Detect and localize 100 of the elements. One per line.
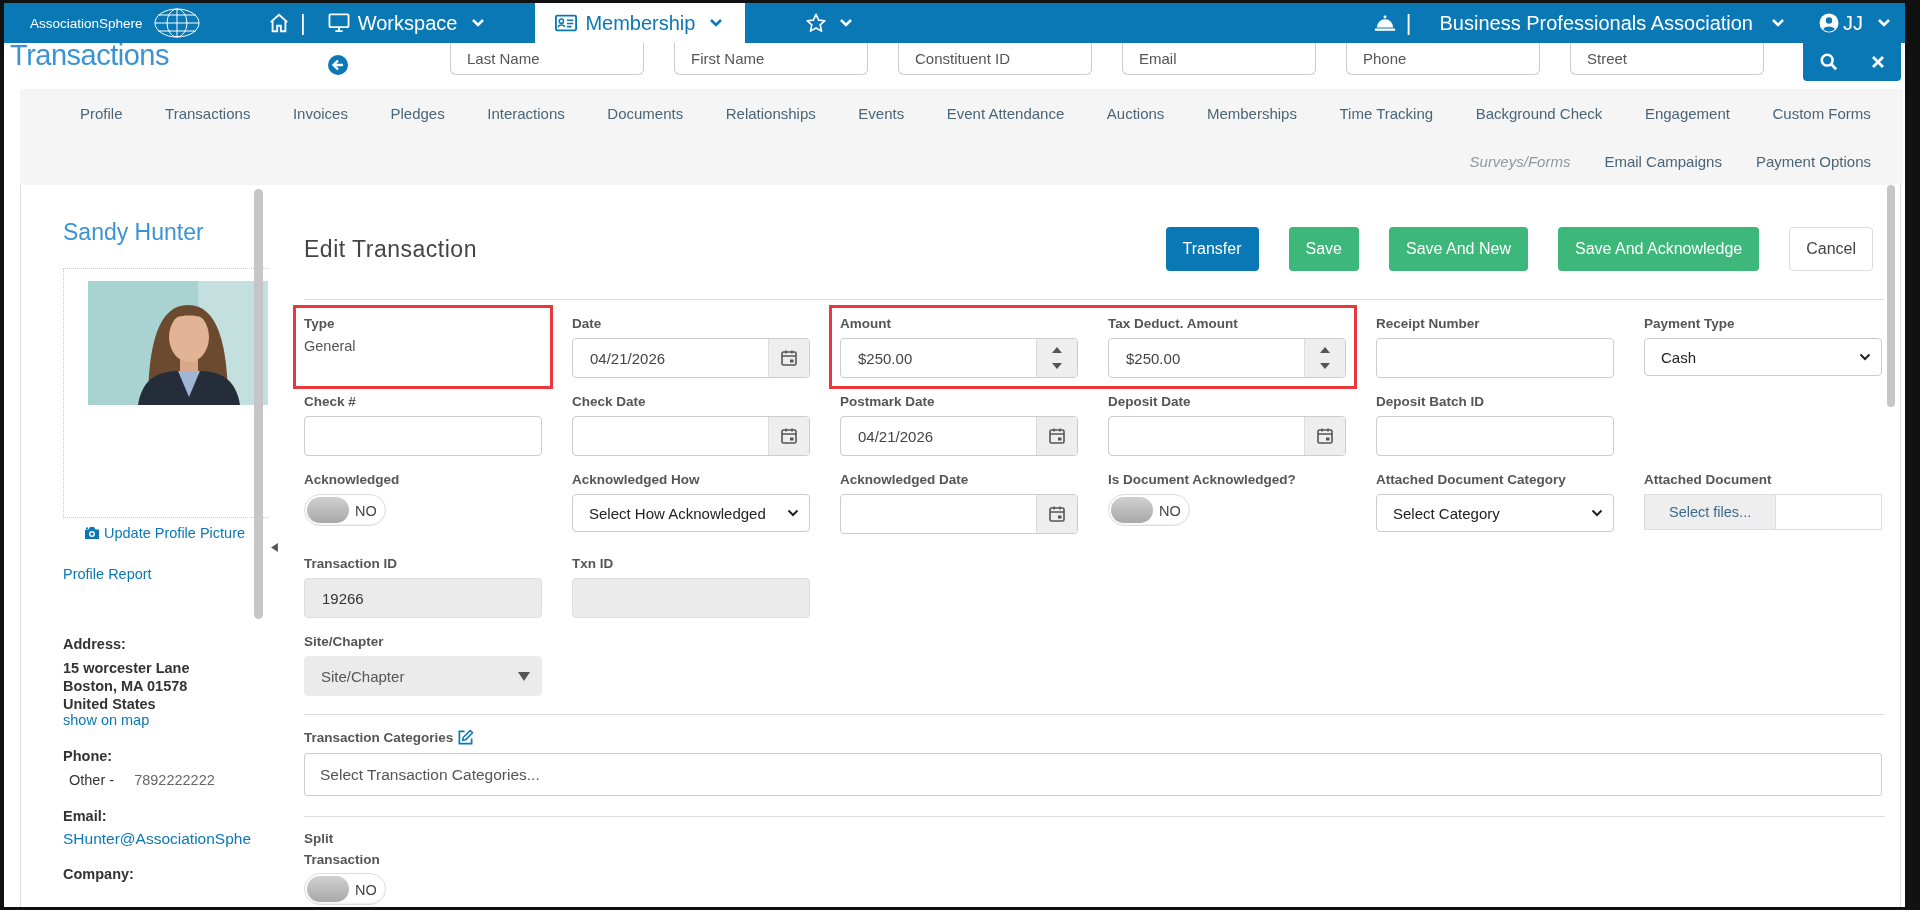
search-field[interactable]: First Name bbox=[674, 43, 868, 75]
field-label: Amount bbox=[840, 316, 892, 331]
nav-tab[interactable]: Relationships bbox=[725, 104, 816, 122]
chevron-down-icon bbox=[471, 18, 486, 28]
close-icon[interactable] bbox=[1870, 55, 1885, 69]
search-field[interactable]: Phone bbox=[1346, 43, 1540, 75]
search-field[interactable]: Street bbox=[1570, 43, 1764, 75]
chevron-down-icon bbox=[1859, 353, 1871, 361]
logo-text: AssociationSphere bbox=[30, 15, 143, 31]
field-label: Acknowledged bbox=[304, 472, 401, 487]
field-label: Transaction Categories bbox=[304, 730, 454, 745]
phone-number: 7892222222 bbox=[134, 772, 215, 788]
calendar-icon bbox=[780, 427, 798, 445]
date-field[interactable]: 04/21/2026 bbox=[572, 338, 810, 378]
field-label: Attached Document bbox=[1644, 472, 1773, 487]
caret-down-icon bbox=[518, 671, 530, 681]
date-field[interactable] bbox=[840, 494, 1078, 534]
field-label: Tax Deduct. Amount bbox=[1108, 316, 1239, 331]
field-label: Check Date bbox=[572, 394, 647, 409]
field-label: Deposit Date bbox=[1108, 394, 1192, 409]
calendar-button[interactable] bbox=[1036, 417, 1077, 455]
menu-tab[interactable]: Membership bbox=[535, 3, 746, 43]
nav-tab[interactable]: Background Check bbox=[1475, 104, 1603, 122]
bell-icon[interactable] bbox=[1373, 14, 1396, 32]
update-picture-link[interactable]: Update Profile Picture bbox=[84, 525, 268, 541]
page-title: Transactions bbox=[10, 39, 170, 72]
nav-tab[interactable]: Engagement bbox=[1644, 104, 1730, 122]
chevron-down-icon bbox=[1591, 509, 1603, 517]
id-card-icon bbox=[555, 14, 578, 32]
field-label: Receipt Number bbox=[1376, 316, 1481, 331]
chevron-down-icon[interactable] bbox=[1771, 18, 1785, 28]
number-field[interactable]: $250.00 bbox=[840, 338, 1078, 378]
calendar-button[interactable] bbox=[768, 339, 809, 377]
search-field[interactable]: Email bbox=[1122, 43, 1316, 75]
home-icon[interactable] bbox=[268, 12, 290, 34]
select-field[interactable]: Select How Acknowledged bbox=[572, 494, 810, 532]
nav-tab[interactable]: Auctions bbox=[1106, 104, 1165, 122]
nav-tab[interactable]: Documents bbox=[607, 104, 684, 122]
field-label: Date bbox=[572, 316, 603, 331]
dropdown-field[interactable]: Site/Chapter bbox=[304, 656, 542, 696]
calendar-button[interactable] bbox=[1304, 417, 1345, 455]
action-button[interactable]: Transfer bbox=[1165, 227, 1259, 271]
nav-tab[interactable]: Transactions bbox=[165, 104, 251, 122]
categories-field[interactable]: Select Transaction Categories... bbox=[304, 753, 1882, 796]
file-field[interactable]: Select files... bbox=[1644, 494, 1882, 530]
search-field[interactable]: Last Name bbox=[450, 43, 644, 75]
date-field[interactable]: 04/21/2026 bbox=[840, 416, 1078, 456]
nav-tab[interactable]: Profile bbox=[80, 104, 123, 122]
calendar-button[interactable] bbox=[1036, 495, 1077, 533]
nav-tab[interactable]: Memberships bbox=[1206, 104, 1297, 122]
star-icon[interactable] bbox=[805, 12, 828, 34]
address-line: 15 worcester Lane bbox=[63, 660, 191, 676]
search-icon[interactable] bbox=[1819, 53, 1838, 71]
map-link[interactable]: show on map bbox=[63, 712, 150, 728]
chevron-down-icon[interactable] bbox=[839, 18, 854, 28]
profile-name: Sandy Hunter bbox=[63, 219, 205, 246]
field-label: Check # bbox=[304, 394, 357, 409]
field-label: Attached Document Category bbox=[1376, 472, 1567, 487]
menu-tab[interactable]: Workspace bbox=[315, 3, 500, 43]
organization-name[interactable]: Business Professionals Association bbox=[1439, 11, 1753, 35]
nav-tab[interactable]: Interactions bbox=[487, 104, 565, 122]
globe-icon bbox=[154, 8, 200, 38]
field-label: Postmark Date bbox=[840, 394, 936, 409]
nav-tab[interactable]: Event Attendance bbox=[946, 104, 1065, 122]
cancel-button[interactable]: Cancel bbox=[1789, 227, 1873, 271]
search-field[interactable]: Constituent ID bbox=[898, 43, 1092, 75]
select-files-button[interactable]: Select files... bbox=[1645, 495, 1777, 529]
nav-tab[interactable]: Time Tracking bbox=[1339, 104, 1434, 122]
chevron-down-icon bbox=[709, 18, 724, 28]
field-label: Is Document Acknowledged? bbox=[1108, 472, 1297, 487]
nav-tab[interactable]: Email Campaigns bbox=[1604, 152, 1722, 170]
email-link[interactable]: SHunter@AssociationSphe bbox=[63, 830, 268, 848]
text-field[interactable] bbox=[1376, 416, 1614, 456]
select-field[interactable]: Cash bbox=[1644, 338, 1882, 376]
calendar-button[interactable] bbox=[768, 417, 809, 455]
text-field[interactable] bbox=[1376, 338, 1614, 378]
field-label: Txn ID bbox=[572, 556, 615, 571]
select-field[interactable]: Select Category bbox=[1376, 494, 1614, 532]
user-initials[interactable]: JJ bbox=[1843, 11, 1863, 35]
chevron-down-icon[interactable] bbox=[1877, 18, 1891, 28]
date-field[interactable] bbox=[572, 416, 810, 456]
nav-tab[interactable]: Custom Forms bbox=[1772, 104, 1871, 122]
field-label: Email: bbox=[63, 808, 108, 824]
nav-tab[interactable]: Events bbox=[858, 104, 905, 122]
edit-icon[interactable] bbox=[457, 729, 475, 746]
nav-tab[interactable]: Invoices bbox=[292, 104, 348, 122]
number-field[interactable]: $250.00 bbox=[1108, 338, 1346, 378]
text-field[interactable] bbox=[304, 416, 542, 456]
spinner-button[interactable] bbox=[1036, 339, 1077, 377]
address-line: United States bbox=[63, 696, 157, 712]
address-line: Boston, MA 01578 bbox=[63, 678, 189, 694]
field-label: Acknowledged How bbox=[572, 472, 701, 487]
collapse-arrow-icon[interactable] bbox=[271, 543, 278, 552]
spinner-button[interactable] bbox=[1304, 339, 1345, 377]
user-avatar-icon[interactable] bbox=[1819, 13, 1839, 33]
nav-tab[interactable]: Pledges bbox=[390, 104, 445, 122]
profile-report-link[interactable]: Profile Report bbox=[63, 566, 268, 582]
readonly-field: 19266 bbox=[304, 578, 542, 618]
date-field[interactable] bbox=[1108, 416, 1346, 456]
nav-tab[interactable]: Payment Options bbox=[1755, 152, 1871, 170]
